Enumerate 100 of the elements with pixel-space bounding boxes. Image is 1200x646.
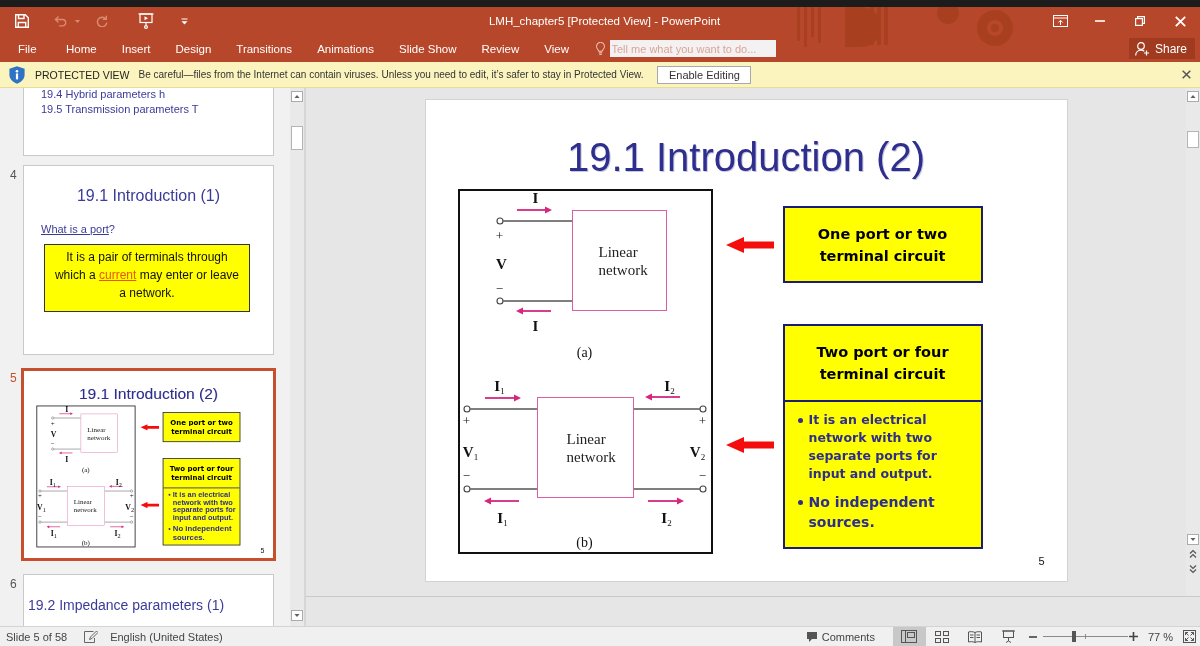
- current-label: I$_{2}$: [664, 378, 675, 394]
- window-title: LMH_chapter5 [Protected View] - PowerPoint: [488, 15, 721, 27]
- presentation-icon: [138, 13, 154, 29]
- current-arrow: [646, 497, 684, 505]
- network-block: Linear network: [571, 210, 667, 311]
- notes-icon: [84, 630, 99, 643]
- ribbon-tab[interactable]: Design: [163, 35, 224, 62]
- terminal-icon: [698, 485, 707, 493]
- current-label: I$_{2}$: [661, 510, 672, 526]
- terminal-icon: [130, 489, 133, 493]
- search-field[interactable]: Tell me what you want to do...: [609, 40, 776, 57]
- terminal-icon: [51, 447, 55, 451]
- zoom-level[interactable]: 77 %: [1147, 630, 1173, 643]
- plus-sign: +: [495, 228, 504, 242]
- ribbon-tab[interactable]: Transitions: [223, 35, 305, 62]
- scroll-up-icon[interactable]: [1187, 91, 1199, 102]
- scroll-down-icon[interactable]: [1187, 534, 1199, 545]
- ribbon-tab[interactable]: Insert: [109, 35, 163, 62]
- ribbon-tab[interactable]: Home: [53, 35, 110, 62]
- slider-thumb[interactable]: [1071, 631, 1076, 642]
- wire: [632, 488, 700, 490]
- ribbon-tab[interactable]: Slide Show: [386, 35, 470, 62]
- double-chevron-down-icon[interactable]: [1188, 564, 1198, 574]
- callout-heading: Two port or four terminal circuit: [815, 343, 950, 384]
- voltage-label: V$_{1}$: [462, 444, 479, 460]
- question-link: What is a port: [41, 223, 109, 235]
- share-button[interactable]: Share: [1128, 38, 1195, 59]
- current-arrow: [515, 307, 552, 315]
- slide-number: 4: [10, 168, 17, 182]
- scroll-up-icon[interactable]: [291, 91, 303, 102]
- terminal-icon: [495, 297, 504, 305]
- slide-title: 19.1 Introduction (1): [76, 186, 221, 206]
- terminal-icon: [51, 416, 55, 420]
- file-tab[interactable]: File: [0, 35, 54, 62]
- left-arrow-icon: [725, 236, 774, 253]
- ribbon-tab[interactable]: View: [531, 35, 582, 62]
- slide-number: 6: [10, 577, 17, 591]
- current-label: I: [532, 318, 539, 334]
- plus-sign: +: [698, 413, 707, 427]
- slide-thumbnail[interactable]: [21, 368, 276, 561]
- message-title: PROTECTED VIEW: [35, 68, 130, 81]
- add-person-icon: [1134, 41, 1150, 56]
- scrollbar-thumb[interactable]: [291, 126, 303, 150]
- lightbulb-icon: [595, 42, 605, 55]
- current-arrow: [483, 394, 521, 402]
- wire: [502, 300, 573, 302]
- plus-icon: [1129, 632, 1139, 641]
- double-chevron-up-icon[interactable]: [1188, 549, 1198, 559]
- minus-sign: −: [495, 281, 504, 295]
- ribbon-tab[interactable]: Review: [469, 35, 532, 62]
- view-button[interactable]: [892, 627, 926, 646]
- scrollbar-thumb[interactable]: [1187, 131, 1199, 148]
- save-icon: [15, 14, 29, 28]
- outline-text: 19.4 Hybrid parameters h: [41, 88, 166, 100]
- network-block: Linear network: [536, 397, 634, 498]
- slide-thumbnail[interactable]: 19.1 Introduction (1) What is a port? It is a pair of terminals through which a current may enter or leave a network.: [23, 165, 274, 355]
- terminal-icon: [38, 520, 42, 524]
- wire: [469, 488, 538, 490]
- minus-icon: [1028, 635, 1037, 638]
- bullet-icon: [797, 417, 803, 423]
- current-label: I$_{1}$: [497, 510, 508, 526]
- notes-button[interactable]: [84, 629, 99, 644]
- current-arrow: [515, 206, 552, 214]
- comment-icon: [806, 631, 817, 642]
- left-arrow-icon: [725, 437, 774, 453]
- definition-note: It is a pair of terminals through which a current may enter or leave a network.: [44, 244, 250, 312]
- minus-sign: −: [698, 468, 707, 482]
- slide-thumbnail[interactable]: 19.2 Impedance parameters (1): [23, 574, 274, 626]
- current-label: I: [532, 190, 539, 206]
- left-arrow-icon: [140, 424, 160, 431]
- ribbon-tab[interactable]: Animations: [304, 35, 387, 62]
- language-label[interactable]: English (United States): [110, 630, 223, 643]
- zoom-in-button[interactable]: [1127, 629, 1140, 644]
- minimize-icon: [1095, 20, 1105, 22]
- shield-info-icon: [9, 65, 25, 84]
- slide-title: 19.2 Impedance parameters (1): [28, 597, 225, 613]
- comments-button[interactable]: Comments: [806, 627, 875, 646]
- fit-to-window-icon: [1183, 630, 1196, 643]
- slide-thumbnail[interactable]: 19.4 Hybrid parameters h 19.5 Transmission parameters T: [23, 88, 274, 156]
- enable-editing-button[interactable]: Enable Editing: [657, 65, 752, 84]
- slideshow-icon: [1001, 630, 1015, 643]
- normal-view-icon: [901, 630, 918, 643]
- scrollbar[interactable]: [290, 88, 304, 626]
- current-link: current: [98, 268, 137, 282]
- terminal-icon: [462, 485, 471, 493]
- slide-title: 19.1 Introduction (2): [78, 385, 219, 402]
- scroll-down-icon[interactable]: [291, 610, 303, 621]
- definition-callout: One port or two terminal circuit: [782, 206, 983, 283]
- fit-to-window-button[interactable]: [1183, 630, 1196, 643]
- minus-sign: −: [462, 468, 471, 482]
- figure-caption: (b): [576, 536, 593, 550]
- wire: [469, 408, 538, 410]
- close-button[interactable]: [1179, 67, 1194, 82]
- voltage-label: V$_{2}$: [689, 444, 706, 460]
- restore-icon: [1135, 16, 1145, 26]
- slide-counter: Slide 5 of 58: [6, 630, 68, 643]
- current-arrow: [483, 497, 520, 505]
- current-label: I$_{1}$: [494, 378, 505, 394]
- bullet-text: No independent sources.: [808, 493, 936, 532]
- terminal-icon: [38, 489, 42, 493]
